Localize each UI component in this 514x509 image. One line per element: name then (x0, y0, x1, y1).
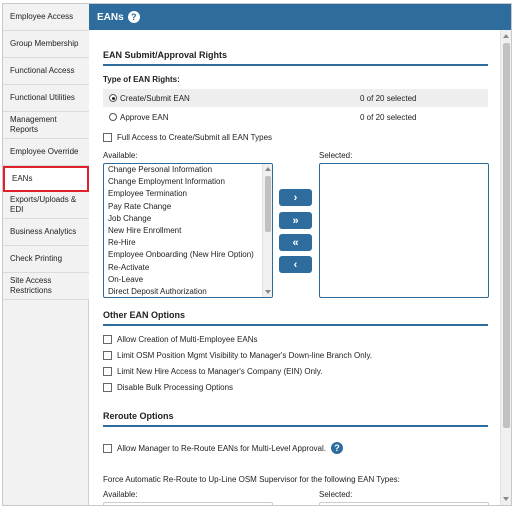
scroll-up-icon[interactable] (503, 34, 509, 38)
help-icon[interactable]: ? (127, 11, 140, 23)
reroute-available-label: Available: (103, 490, 138, 499)
force-reroute-label: Force Automatic Re-Route to Up-Line OSM … (103, 475, 400, 484)
allow-reroute-option[interactable]: Allow Manager to Re-Route EANs for Multi… (103, 442, 343, 454)
section-title-submit-approval: EAN Submit/Approval Rights (103, 50, 488, 66)
option-label: Create/Submit EAN (120, 93, 190, 103)
sidebar-item-label: Employee Override (10, 147, 79, 156)
list-item[interactable]: New Hire Enrollment (104, 225, 272, 237)
available-ean-list[interactable]: Change Personal Information Change Emplo… (103, 163, 273, 298)
allow-reroute-label: Allow Manager to Re-Route EANs for Multi… (117, 443, 326, 453)
sidebar-item-functional-utilities[interactable]: Functional Utilities (3, 85, 89, 112)
sidebar-item-exports-uploads-edi[interactable]: Exports/Uploads & EDI (3, 192, 89, 219)
rights-option-create-submit[interactable]: Create/Submit EAN 0 of 20 selected (103, 89, 488, 107)
sidebar-item-management-reports[interactable]: Management Reports (3, 112, 89, 139)
sidebar-item-group-membership[interactable]: Group Membership (3, 31, 89, 58)
list-item[interactable]: Direct Deposit Authorization (104, 286, 272, 297)
list-item[interactable]: Employee Onboarding (New Hire Option) (104, 249, 272, 261)
list-item[interactable]: On-Leave (104, 274, 272, 286)
sidebar-item-check-printing[interactable]: Check Printing (3, 246, 89, 273)
type-of-rights-label: Type of EAN Rights: (103, 75, 180, 84)
selected-ean-list[interactable] (319, 163, 489, 298)
app-frame: Employee Access Group Membership Functio… (2, 3, 512, 506)
checkbox[interactable] (103, 367, 112, 376)
list-item[interactable]: Re-Activate (104, 262, 272, 274)
checkbox[interactable] (103, 335, 112, 344)
move-one-left-button[interactable]: ‹ (279, 256, 312, 273)
scroll-thumb[interactable] (265, 176, 271, 232)
sidebar-item-label: Exports/Uploads & EDI (10, 195, 77, 214)
available-label: Available: (103, 151, 138, 160)
move-all-left-button[interactable]: « (279, 234, 312, 251)
sidebar-item-eans[interactable]: EANs (3, 166, 89, 192)
reroute-selected-list[interactable] (319, 502, 489, 505)
sidebar-item-functional-access[interactable]: Functional Access (3, 58, 89, 85)
list-item[interactable]: Job Change (104, 213, 272, 225)
other-option-row[interactable]: Disable Bulk Processing Options (103, 383, 233, 392)
section-title-other-options: Other EAN Options (103, 310, 488, 326)
scroll-down-icon[interactable] (503, 497, 509, 501)
radio-create-submit[interactable] (109, 94, 117, 102)
list-item[interactable]: Change Employment Information (104, 176, 272, 188)
checkbox[interactable] (103, 351, 112, 360)
reroute-available-list[interactable] (103, 502, 273, 505)
list-item[interactable]: Employee Termination (104, 188, 272, 200)
section-title-reroute: Reroute Options (103, 411, 488, 427)
sidebar-item-business-analytics[interactable]: Business Analytics (3, 219, 89, 246)
main-content: EAN Submit/Approval Rights Type of EAN R… (89, 30, 500, 505)
checkbox[interactable] (103, 383, 112, 392)
rights-option-approve[interactable]: Approve EAN 0 of 20 selected (103, 108, 488, 126)
other-option-row[interactable]: Limit New Hire Access to Manager's Compa… (103, 367, 322, 376)
selected-count: 0 of 20 selected (360, 93, 417, 103)
sidebar-item-label: Business Analytics (10, 227, 77, 236)
allow-reroute-checkbox[interactable] (103, 443, 112, 453)
radio-approve[interactable] (109, 113, 117, 121)
move-all-right-button[interactable]: » (279, 212, 312, 229)
option-label: Limit OSM Position Mgmt Visibility to Ma… (117, 351, 373, 360)
option-label: Allow Creation of Multi-Employee EANs (117, 335, 258, 344)
page-scrollbar[interactable] (500, 30, 511, 505)
reroute-selected-label: Selected: (319, 490, 353, 499)
other-option-row[interactable]: Limit OSM Position Mgmt Visibility to Ma… (103, 351, 372, 360)
sidebar-item-employee-override[interactable]: Employee Override (3, 139, 89, 166)
sidebar-item-label: Site Access Restrictions (10, 276, 52, 295)
sidebar-item-label: Group Membership (10, 39, 79, 48)
sidebar-item-label: Functional Utilities (10, 93, 75, 102)
page-title: EANs (97, 11, 124, 23)
list-item[interactable]: Change Personal Information (104, 164, 272, 176)
move-one-right-button[interactable]: › (279, 189, 312, 206)
option-label: Disable Bulk Processing Options (117, 383, 234, 392)
selected-label: Selected: (319, 151, 353, 160)
other-option-row[interactable]: Allow Creation of Multi-Employee EANs (103, 335, 258, 344)
sidebar-item-label: EANs (12, 174, 33, 183)
sidebar-item-label: Check Printing (10, 254, 63, 263)
help-icon[interactable]: ? (330, 442, 343, 454)
full-access-option[interactable]: Full Access to Create/Submit all EAN Typ… (103, 133, 272, 142)
scroll-thumb[interactable] (503, 43, 510, 428)
list-scrollbar[interactable] (262, 164, 272, 297)
option-label: Approve EAN (120, 112, 169, 122)
page-header: EANs ? (89, 4, 511, 30)
scroll-up-icon[interactable] (265, 167, 271, 171)
sidebar: Employee Access Group Membership Functio… (3, 4, 89, 505)
scroll-down-icon[interactable] (265, 290, 271, 294)
selected-count: 0 of 20 selected (360, 112, 417, 122)
full-access-checkbox[interactable] (103, 133, 112, 142)
full-access-label: Full Access to Create/Submit all EAN Typ… (117, 133, 273, 142)
sidebar-item-employee-access[interactable]: Employee Access (3, 4, 89, 31)
sidebar-item-label: Employee Access (10, 12, 74, 21)
sidebar-item-label: Functional Access (10, 66, 75, 75)
sidebar-item-label: Management Reports (10, 115, 57, 134)
option-label: Limit New Hire Access to Manager's Compa… (117, 367, 323, 376)
sidebar-item-site-access-restrictions[interactable]: Site Access Restrictions (3, 273, 89, 300)
list-item[interactable]: Re-Hire (104, 237, 272, 249)
list-item[interactable]: Pay Rate Change (104, 201, 272, 213)
